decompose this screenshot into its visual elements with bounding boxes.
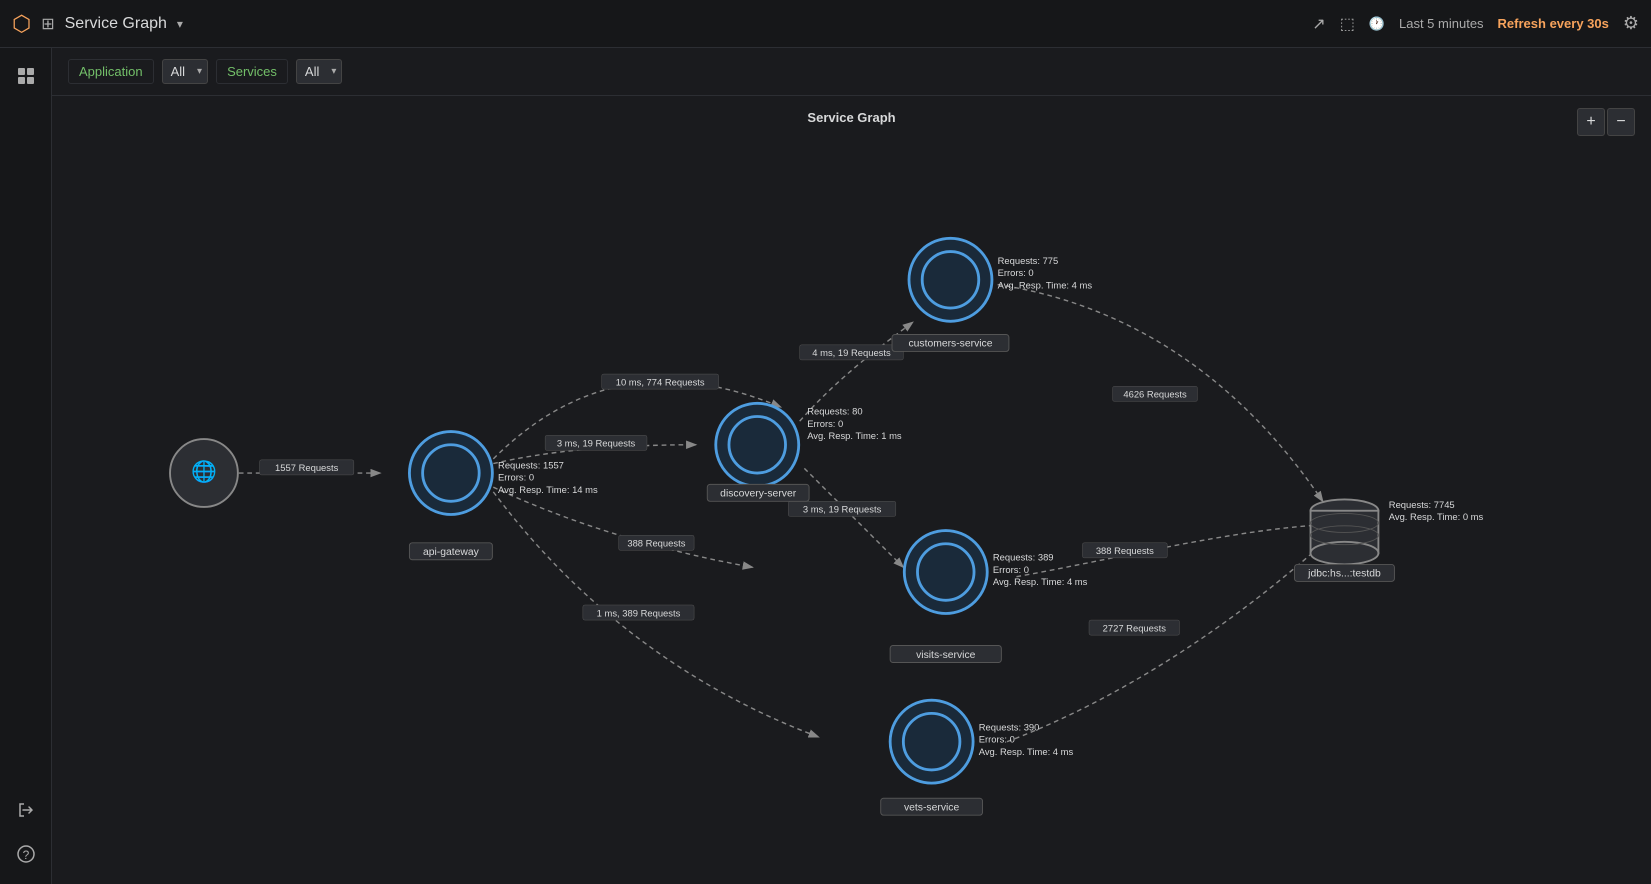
jdbc-label: jdbc:hs...:testdb — [1307, 569, 1381, 580]
application-dropdown-wrap[interactable]: All ▾ — [162, 59, 208, 84]
sidebar-item-home[interactable] — [8, 58, 44, 94]
api-gateway-label: api-gateway — [423, 547, 480, 558]
sidebar: ? — [0, 48, 52, 884]
api-gateway-requests: Requests: 1557 — [498, 459, 564, 470]
share-icon[interactable]: ↗ — [1312, 14, 1325, 34]
page-title: Service Graph — [65, 15, 167, 33]
visits-resp: Avg. Resp. Time: 4 ms — [993, 576, 1088, 587]
jdbc-node-bottom — [1311, 542, 1379, 565]
edge-label-gw-vets: 1 ms, 389 Requests — [597, 607, 681, 618]
layout: ? Application All ▾ Services All ▾ Servi… — [0, 48, 1651, 884]
service-graph-svg: 1557 Requests 3 ms, 19 Requests 10 ms, 7… — [52, 96, 1651, 884]
vets-errors: Errors: 0 — [979, 734, 1015, 745]
vets-requests: Requests: 390 — [979, 721, 1040, 732]
graph-area[interactable]: Service Graph + − — [52, 96, 1651, 884]
api-gateway-resp: Avg. Resp. Time: 14 ms — [498, 484, 598, 495]
visits-label: visits-service — [916, 650, 976, 661]
cust-resp: Avg. Resp. Time: 4 ms — [998, 279, 1093, 290]
services-dropdown[interactable]: All — [296, 59, 342, 84]
topbar: ⬡ ⊞ Service Graph ▾ ↗ ⬚ 🕐 Last 5 minutes… — [0, 0, 1651, 48]
time-range-label[interactable]: Last 5 minutes — [1399, 16, 1484, 31]
jdbc-resp: Avg. Resp. Time: 0 ms — [1389, 511, 1484, 522]
jdbc-requests: Requests: 7745 — [1389, 499, 1455, 510]
svg-text:?: ? — [22, 848, 29, 862]
sidebar-item-help[interactable]: ? — [8, 836, 44, 872]
application-filter-label[interactable]: Application — [68, 59, 154, 84]
display-icon[interactable]: ⬚ — [1340, 14, 1355, 34]
vets-resp: Avg. Resp. Time: 4 ms — [979, 746, 1074, 757]
refresh-label[interactable]: Refresh every 30s — [1498, 16, 1609, 31]
edge-vets-jdbc — [1007, 544, 1323, 742]
clock-icon: 🕐 — [1369, 16, 1385, 32]
visits-errors: Errors: 0 — [993, 564, 1029, 575]
disc-requests: Requests: 80 — [807, 406, 862, 417]
title-dropdown-icon[interactable]: ▾ — [177, 17, 183, 31]
services-dropdown-wrap[interactable]: All ▾ — [296, 59, 342, 84]
application-dropdown[interactable]: All — [162, 59, 208, 84]
api-gateway-errors: Errors: 0 — [498, 472, 534, 483]
internet-icon: 🌐 — [191, 460, 217, 484]
apps-grid-icon[interactable]: ⊞ — [41, 14, 54, 34]
cust-requests: Requests: 775 — [998, 255, 1059, 266]
edge-label-visits-jdbc: 388 Requests — [1096, 545, 1154, 556]
edge-label-gw-cust: 10 ms, 774 Requests — [616, 376, 705, 387]
edge-visits-jdbc — [1016, 525, 1322, 577]
discovery-server-label: discovery-server — [720, 489, 797, 500]
visits-requests: Requests: 389 — [993, 552, 1054, 563]
filterbar: Application All ▾ Services All ▾ — [52, 48, 1651, 96]
edge-label-internet-gateway: 1557 Requests — [275, 462, 339, 473]
services-filter-label[interactable]: Services — [216, 59, 288, 84]
grafana-logo-icon: ⬡ — [12, 11, 31, 37]
edge-label-disc-visits: 3 ms, 19 Requests — [803, 504, 882, 515]
disc-resp: Avg. Resp. Time: 1 ms — [807, 430, 902, 441]
disc-errors: Errors: 0 — [807, 418, 843, 429]
settings-icon[interactable]: ⚙ — [1623, 13, 1639, 34]
vets-label: vets-service — [904, 802, 960, 813]
edge-label-gw-disc: 3 ms, 19 Requests — [557, 438, 636, 449]
edge-disc-visits — [804, 468, 903, 567]
customers-label: customers-service — [908, 339, 992, 350]
main-content: Application All ▾ Services All ▾ Service… — [52, 48, 1651, 884]
edge-label-gw-visits: 388 Requests — [627, 538, 685, 549]
edge-label-cust-jdbc: 4626 Requests — [1123, 389, 1187, 400]
edge-label-disc-cust: 4 ms, 19 Requests — [812, 347, 891, 358]
edge-label-vets-jdbc: 2727 Requests — [1103, 622, 1167, 633]
sidebar-item-signin[interactable] — [8, 792, 44, 828]
cust-errors: Errors: 0 — [998, 267, 1034, 278]
